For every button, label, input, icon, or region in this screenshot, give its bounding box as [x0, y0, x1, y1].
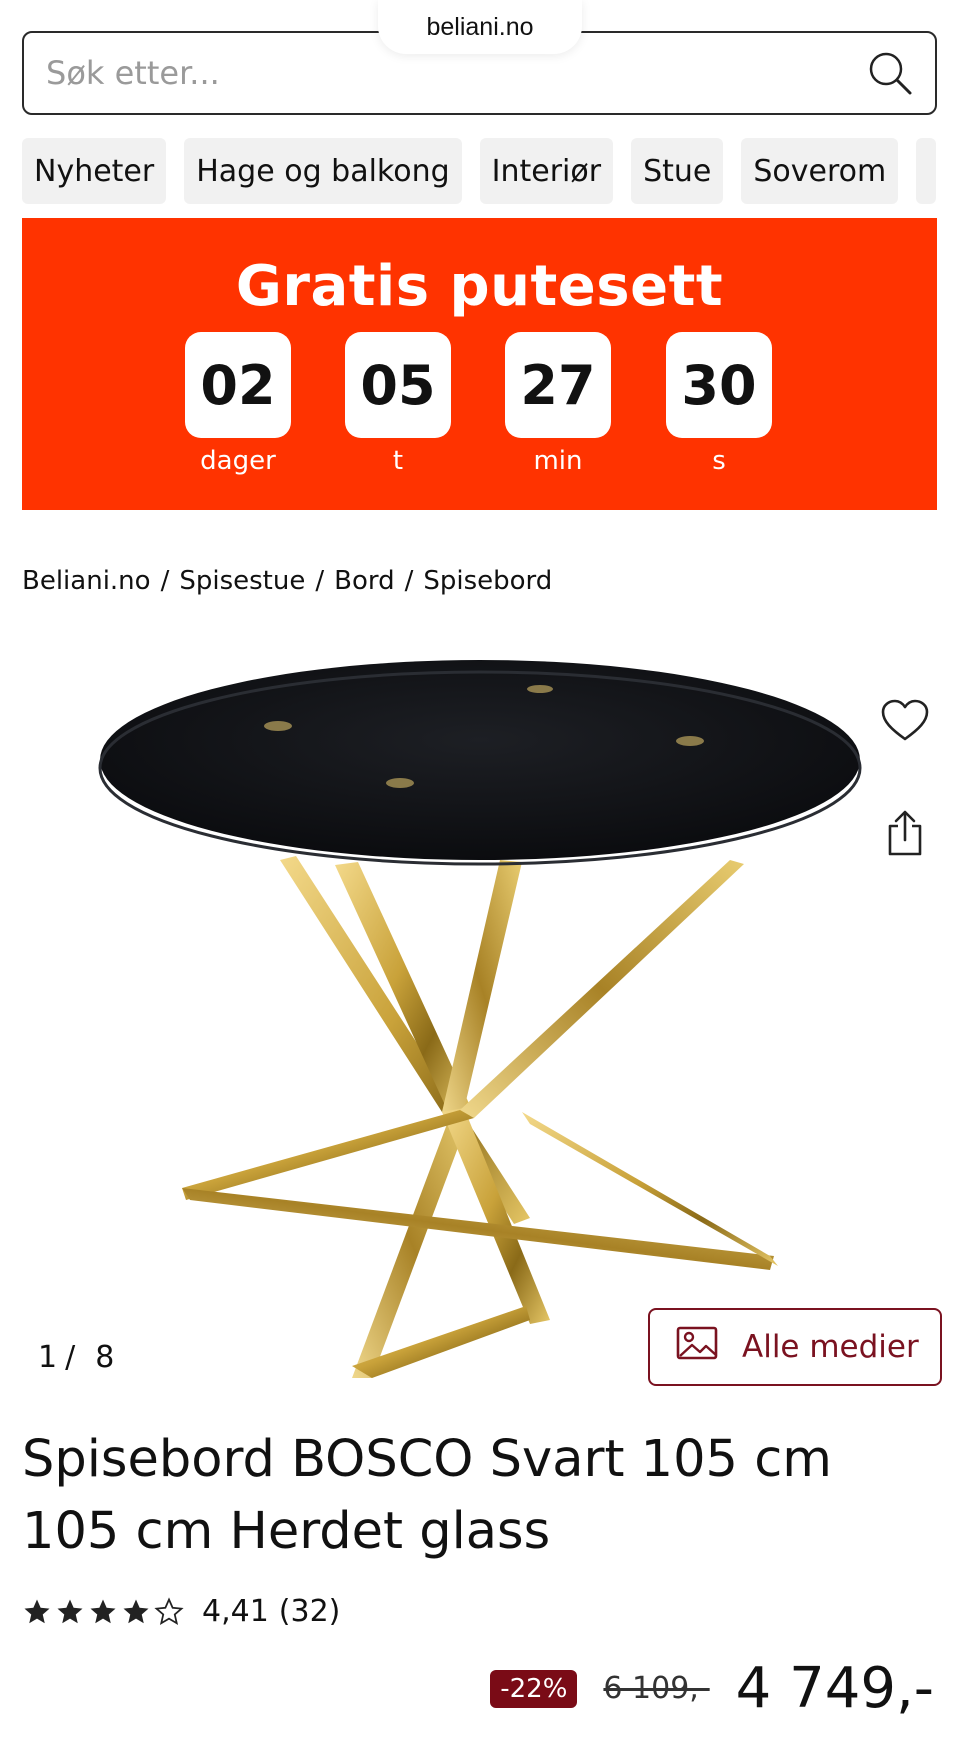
current-price: 4 749,-: [735, 1656, 934, 1721]
breadcrumb-item-spisebord[interactable]: Spisebord: [423, 566, 552, 602]
rating-stars: [22, 1596, 184, 1627]
countdown-minutes-label: min: [533, 446, 583, 476]
search-input[interactable]: [46, 54, 867, 92]
breadcrumb-item-home[interactable]: Beliani.no: [22, 566, 151, 602]
promo-title: Gratis putesett: [235, 254, 724, 319]
gallery-current: 1: [38, 1340, 58, 1375]
nav-item-overflow[interactable]: [916, 138, 937, 204]
breadcrumb-item-spisestue[interactable]: Spisestue: [179, 566, 305, 602]
gallery-total: 8: [95, 1340, 115, 1375]
star-filled-icon: [57, 1599, 83, 1623]
rating-value: 4,41: [202, 1594, 269, 1629]
price-row: -22% 6 109,- 4 749,-: [490, 1656, 934, 1721]
nav-item-soverom[interactable]: Soverom: [741, 138, 899, 204]
star-filled-icon: [90, 1599, 116, 1623]
favorite-heart-icon[interactable]: [878, 694, 932, 748]
breadcrumb: Beliani.no / Spisestue / Bord / Spisebor…: [22, 566, 552, 602]
countdown-hours-label: t: [392, 446, 404, 476]
product-image[interactable]: [90, 660, 870, 1380]
image-icon: [676, 1326, 718, 1368]
all-media-button[interactable]: Alle medier: [648, 1308, 942, 1386]
countdown-days-label: dager: [200, 446, 276, 476]
breadcrumb-separator: /: [404, 566, 414, 596]
gallery-separator: /: [65, 1340, 76, 1375]
category-nav: Nyheter Hage og balkong Interiør Stue So…: [22, 138, 960, 204]
browser-url-bar[interactable]: beliani.no: [378, 0, 582, 54]
promo-banner[interactable]: Gratis putesett 02 dager 05 t 27 min 30 …: [22, 218, 937, 510]
star-filled-icon: [24, 1599, 50, 1623]
nav-item-stue[interactable]: Stue: [631, 138, 724, 204]
countdown-minutes: 27: [505, 332, 611, 438]
breadcrumb-item-bord[interactable]: Bord: [334, 566, 394, 602]
star-empty-icon: [154, 1596, 184, 1625]
share-icon[interactable]: [880, 806, 930, 860]
star-filled-icon: [123, 1599, 149, 1623]
nav-item-hage-og-balkong[interactable]: Hage og balkong: [184, 138, 462, 204]
breadcrumb-separator: /: [160, 566, 170, 596]
url-text: beliani.no: [426, 12, 534, 41]
countdown-seconds-label: s: [712, 446, 726, 476]
countdown-days: 02: [185, 332, 291, 438]
countdown-hours: 05: [345, 332, 451, 438]
gallery-counter: 1 / 8: [38, 1340, 114, 1375]
all-media-label: Alle medier: [742, 1329, 919, 1365]
rating-count: (32): [278, 1594, 341, 1629]
countdown-seconds: 30: [666, 332, 772, 438]
product-rating[interactable]: 4,41 (32): [22, 1594, 340, 1629]
old-price: 6 109,-: [603, 1671, 710, 1706]
breadcrumb-separator: /: [315, 566, 325, 596]
search-icon[interactable]: [867, 50, 913, 96]
nav-item-interior[interactable]: Interiør: [479, 138, 614, 204]
product-title: Spisebord BOSCO Svart 105 cm 105 cm Herd…: [22, 1430, 832, 1561]
discount-badge: -22%: [490, 1669, 578, 1708]
nav-item-nyheter[interactable]: Nyheter: [22, 138, 167, 204]
